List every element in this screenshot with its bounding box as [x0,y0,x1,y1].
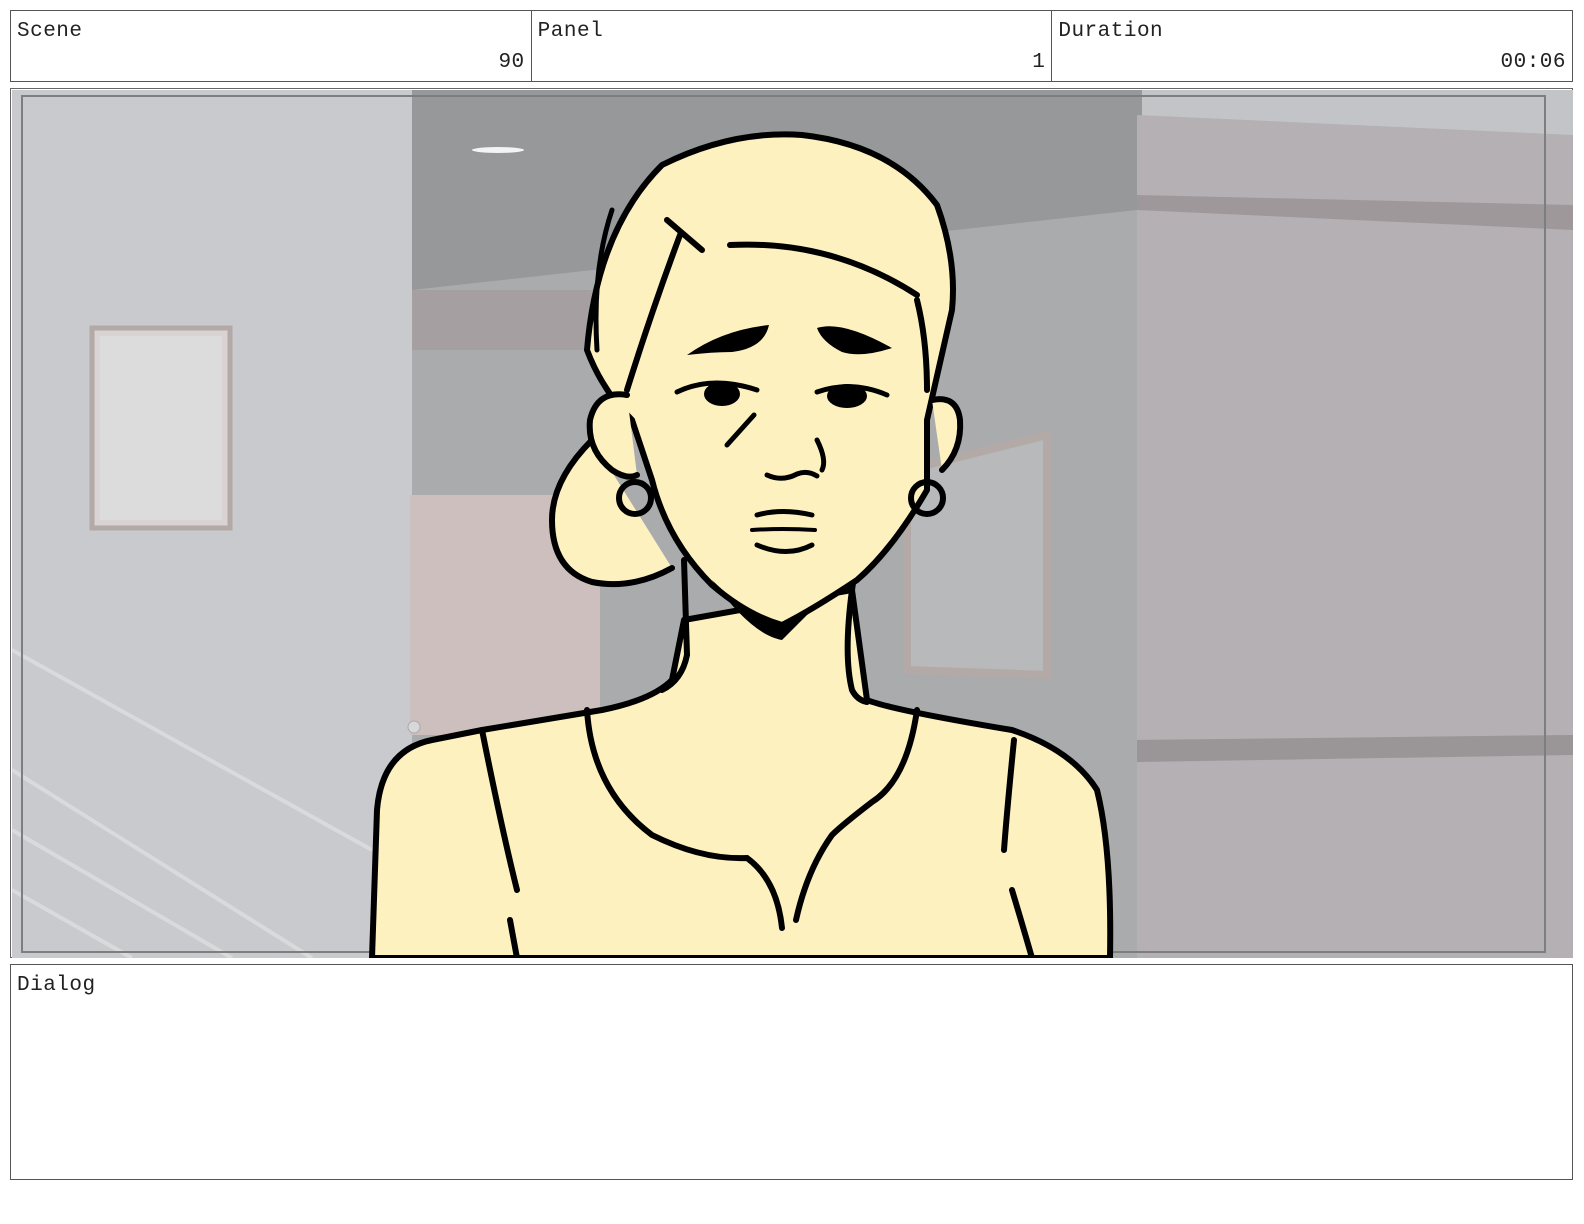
panel-label: Panel [537,20,604,43]
scene-label: Scene [17,20,83,43]
left-eye [704,382,740,406]
dialog-box[interactable]: Dialog [10,964,1573,1180]
storyboard-panel-frame [10,88,1573,958]
storyboard-drawing [12,90,1573,958]
mouth-middle [750,527,817,532]
panel-cell: Panel 1 [532,11,1053,81]
right-eye [827,384,867,408]
dialog-label: Dialog [17,974,96,997]
panel-number: 1 [1032,51,1046,74]
panel-info-header: Scene 90 Panel 1 Duration 00:06 [10,10,1573,82]
wall-picture-left [100,336,222,520]
scene-number: 90 [498,51,525,74]
door-knob [407,720,421,734]
right-wall [1137,115,1573,958]
duration-value: 00:06 [1500,51,1567,74]
duration-label: Duration [1058,20,1164,43]
scene-cell: Scene 90 [11,11,532,81]
duration-cell: Duration 00:06 [1052,11,1572,81]
ceiling-light [472,147,524,153]
